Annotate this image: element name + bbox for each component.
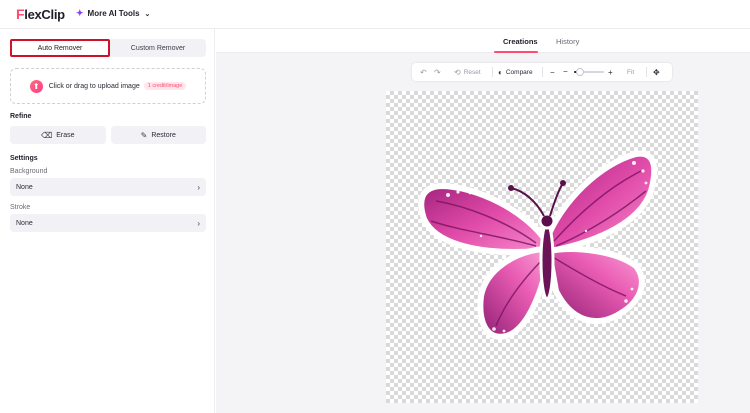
compare-icon: ◐ [498, 67, 503, 77]
chevron-down-icon: ⌄ [144, 10, 151, 18]
butterfly-wings [418, 150, 658, 340]
view-tabs: Creations History [216, 29, 750, 53]
toolbar-divider [492, 67, 493, 77]
image-canvas[interactable] [386, 91, 698, 403]
active-tab-indicator [494, 51, 538, 53]
chevron-right-icon: › [197, 218, 200, 228]
refine-actions: ⌫ Erase ✎ Restore [10, 126, 206, 144]
zoom-out-button[interactable]: − [550, 66, 555, 78]
upload-icon: ⬆ [29, 79, 43, 93]
background-value: None [16, 183, 33, 191]
workspace: Creations History ↶ ↷ ⟲ Reset ◐ Compare … [216, 29, 750, 413]
more-ai-tools-menu[interactable]: ✦ More AI Tools ⌄ [76, 8, 150, 19]
toolbar-divider [542, 67, 543, 77]
zoom-out-icon[interactable]: − [563, 65, 568, 77]
settings-title: Settings [10, 155, 38, 162]
credit-badge: 1 credit/image [143, 82, 187, 90]
erase-button[interactable]: ⌫ Erase [10, 126, 106, 144]
sparkle-icon: ✦ [76, 8, 84, 18]
chevron-right-icon: › [197, 182, 200, 192]
reset-label: Reset [463, 68, 481, 76]
move-icon[interactable]: ✥ [653, 66, 660, 78]
butterfly-image [418, 150, 658, 340]
tab-history[interactable]: History [556, 37, 579, 46]
flexclip-logo[interactable]: F lexClip [16, 6, 65, 22]
restore-button[interactable]: ✎ Restore [110, 126, 206, 144]
refine-title: Refine [10, 113, 32, 120]
fit-button[interactable]: Fit [624, 66, 634, 78]
brush-icon: ✎ [140, 130, 148, 140]
redo-icon[interactable]: ↷ [434, 66, 441, 78]
tab-custom-remover[interactable]: Custom Remover [110, 39, 206, 57]
zoom-slider[interactable] [574, 68, 604, 76]
reset-icon: ⟲ [454, 67, 461, 77]
stroke-value: None [16, 219, 33, 227]
reset-button[interactable]: ⟲ Reset [454, 66, 481, 78]
fit-label: Fit [627, 68, 635, 76]
upload-dropzone[interactable]: ⬆ Click or drag to upload image 1 credit… [10, 68, 206, 104]
left-panel: Auto Remover Custom Remover ⬆ Click or d… [0, 29, 215, 413]
toolbar-divider [646, 67, 647, 77]
stroke-select[interactable]: None › [10, 214, 206, 232]
tab-creations[interactable]: Creations [503, 37, 538, 46]
logo-text: lexClip [24, 6, 65, 22]
remover-mode-tabs: Auto Remover Custom Remover [10, 39, 206, 57]
more-ai-tools-label: More AI Tools [87, 9, 140, 18]
compare-button[interactable]: ◐ Compare [498, 66, 533, 78]
restore-label: Restore [151, 131, 176, 139]
zoom-in-button[interactable]: + [608, 66, 613, 78]
top-bar: F lexClip ✦ More AI Tools ⌄ [0, 0, 750, 29]
upload-text: Click or drag to upload image [48, 82, 140, 90]
logo-letter: F [16, 6, 25, 22]
tab-auto-remover[interactable]: Auto Remover [10, 39, 110, 57]
compare-label: Compare [505, 68, 533, 76]
canvas-toolbar: ↶ ↷ ⟲ Reset ◐ Compare − − + Fit ✥ [412, 63, 672, 81]
eraser-icon: ⌫ [40, 130, 53, 140]
stroke-label: Stroke [10, 204, 31, 211]
background-select[interactable]: None › [10, 178, 206, 196]
erase-label: Erase [56, 131, 75, 139]
background-label: Background [10, 168, 48, 175]
zoom-slider-handle[interactable] [576, 68, 584, 76]
undo-icon[interactable]: ↶ [420, 66, 427, 78]
